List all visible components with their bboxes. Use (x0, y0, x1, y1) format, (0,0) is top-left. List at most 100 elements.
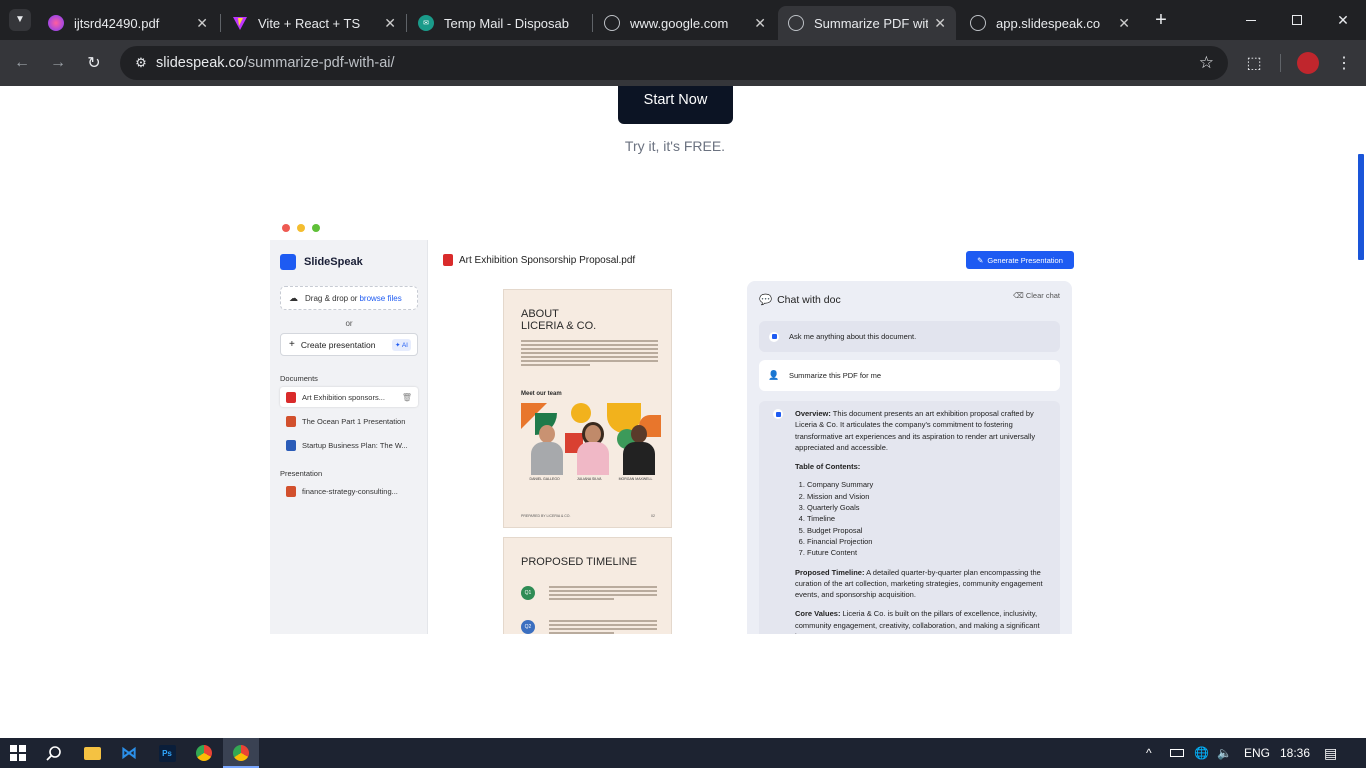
notifications-icon[interactable]: ▤ (1324, 738, 1337, 768)
url-path: /summarize-pdf-with-ai/ (243, 55, 395, 71)
close-window-button[interactable]: ✕ (1320, 0, 1366, 40)
extensions-icon[interactable]: ⬚ (1241, 50, 1267, 76)
close-tab-icon[interactable]: ✕ (754, 15, 766, 32)
page-footer: PREPARED BY LICERIA & CO. (521, 514, 571, 518)
minimize-button[interactable] (1228, 0, 1274, 40)
meet-team-heading: Meet our team (521, 391, 562, 397)
forward-button[interactable]: → (45, 50, 71, 76)
documents-heading: Documents (280, 374, 318, 383)
or-divider: or (345, 319, 353, 328)
document-item[interactable]: The Ocean Part 1 Presentation (280, 411, 418, 431)
pdf-page-timeline: PROPOSED TIMELINE Q1 Q2 (503, 537, 672, 634)
dot-yellow (297, 224, 305, 232)
new-tab-button[interactable]: + (1142, 0, 1180, 40)
tab-summarize-pdf[interactable]: Summarize PDF with ✕ (778, 6, 956, 40)
back-button[interactable]: ← (9, 50, 35, 76)
generate-presentation-button[interactable]: ✎ Generate Presentation (966, 251, 1074, 269)
upload-cloud-icon: ☁ (289, 292, 298, 303)
paragraph-placeholder (521, 340, 658, 368)
page-viewport: Start Now Try it, it's FREE. SlideSpeak … (0, 86, 1366, 738)
close-tab-icon[interactable]: ✕ (196, 15, 208, 32)
q2-marker: Q2 (521, 620, 535, 634)
dot-green (312, 224, 320, 232)
chat-panel: 💬 Chat with doc ⌫ Clear chat Ask me anyt… (747, 281, 1072, 634)
start-now-button[interactable]: Start Now (618, 86, 733, 124)
browser-toolbar: ← → ↻ ⚙ slidespeak.co /summarize-pdf-wit… (0, 40, 1366, 86)
clock[interactable]: 18:36 (1280, 738, 1310, 768)
tab-slidespeak-app[interactable]: app.slidespeak.co ✕ (960, 6, 1140, 40)
profile-avatar[interactable] (1297, 52, 1319, 74)
minimize-icon (1246, 19, 1256, 21)
close-tab-icon[interactable]: ✕ (1118, 15, 1130, 32)
sparkle-icon: ✦ (394, 341, 401, 349)
arrow-left-icon: ← (14, 54, 30, 71)
search-icon[interactable] (36, 738, 72, 768)
restore-button[interactable] (1274, 0, 1320, 40)
presentation-heading: Presentation (280, 469, 323, 478)
close-tab-icon[interactable]: ✕ (384, 15, 396, 32)
dot-red (282, 224, 290, 232)
answer-text: Overview: This document presents an art … (795, 408, 1053, 634)
tab-ijtsrd[interactable]: ijtsrd42490.pdf ✕ (38, 6, 218, 40)
eraser-icon: ⌫ (1013, 291, 1024, 300)
globe-icon (788, 15, 804, 31)
upload-dropzone[interactable]: ☁ Drag & drop or browse files (280, 286, 418, 310)
bot-answer: Overview: This document presents an art … (759, 401, 1060, 634)
toc-list: Company Summary Mission and Vision Quart… (807, 479, 1053, 558)
tray-overflow-icon[interactable]: ^ (1146, 738, 1152, 768)
plus-icon: + (289, 339, 295, 350)
presentation-item[interactable]: finance-strategy-consulting... (280, 481, 418, 501)
close-tab-icon[interactable]: ✕ (934, 15, 946, 32)
tab-search-button[interactable]: ▼ (4, 0, 36, 40)
photoshop-icon[interactable]: Ps (149, 738, 185, 768)
bot-hint-message: Ask me anything about this document. (759, 321, 1060, 352)
tab-temp-mail[interactable]: ✉ Temp Mail - Disposab (408, 6, 592, 40)
site-settings-icon[interactable]: ⚙ (126, 55, 156, 71)
windows-start-icon[interactable] (0, 738, 36, 768)
tab-google[interactable]: www.google.com ✕ (594, 6, 776, 40)
word-file-icon (286, 439, 296, 451)
chat-bubble-icon: 💬 (759, 294, 773, 306)
pdf-file-icon (443, 254, 453, 266)
tab-vite[interactable]: Vite + React + TS ✕ (222, 6, 406, 40)
scrollbar[interactable] (1356, 86, 1366, 738)
vite-icon (232, 15, 248, 31)
timeline-heading: PROPOSED TIMELINE (521, 556, 637, 568)
browse-files-link[interactable]: browse files (359, 294, 401, 303)
chrome-active-icon[interactable] (223, 738, 259, 768)
more-menu-icon[interactable]: ⋮ (1331, 50, 1357, 76)
battery-icon[interactable] (1170, 738, 1184, 768)
pdf-file-icon (286, 391, 296, 403)
globe-icon (604, 15, 620, 31)
ppt-file-icon (286, 415, 296, 427)
network-icon[interactable]: 🌐 (1194, 738, 1209, 768)
file-explorer-icon[interactable] (74, 738, 110, 768)
chat-title: 💬 Chat with doc (759, 293, 841, 307)
app-preview: SlideSpeak ☁ Drag & drop or browse files… (270, 214, 1082, 634)
q1-marker: Q1 (521, 586, 535, 600)
chrome-icon[interactable] (186, 738, 222, 768)
bookmark-star-icon[interactable]: ☆ (1199, 53, 1214, 73)
clear-chat-button[interactable]: ⌫ Clear chat (1013, 291, 1060, 300)
pdf-title: Art Exhibition Sponsorship Proposal.pdf (443, 254, 635, 266)
url-domain: slidespeak.co (156, 55, 244, 71)
create-presentation-button[interactable]: + Create presentation ✦ AI (280, 333, 418, 356)
vscode-icon[interactable]: ⋈ (111, 738, 147, 768)
arrow-right-icon: → (50, 54, 66, 71)
team-names: DANIEL GALLEGO JULIANA SILVA MORGAN MAXW… (529, 477, 653, 481)
pdf-page-about: ABOUT LICERIA & CO. Meet our team DANIEL … (503, 289, 672, 528)
address-bar[interactable]: ⚙ slidespeak.co /summarize-pdf-with-ai/ … (120, 46, 1228, 80)
reload-button[interactable]: ↻ (81, 50, 107, 76)
slidespeak-logo: SlideSpeak (280, 254, 363, 270)
wand-icon: ✎ (977, 255, 984, 265)
browser-app-icon (48, 15, 64, 31)
language-indicator[interactable]: ENG (1244, 738, 1270, 768)
scrollbar-thumb[interactable] (1358, 154, 1364, 260)
page-number: 02 (651, 514, 655, 518)
team-member-photo (575, 425, 611, 475)
document-item[interactable]: Art Exhibition sponsors... 🗑 (280, 387, 418, 407)
logo-icon (280, 254, 296, 270)
trash-icon[interactable]: 🗑 (402, 393, 412, 402)
document-item[interactable]: Startup Business Plan: The W... (280, 435, 418, 455)
volume-icon[interactable]: 🔈 (1217, 738, 1232, 768)
